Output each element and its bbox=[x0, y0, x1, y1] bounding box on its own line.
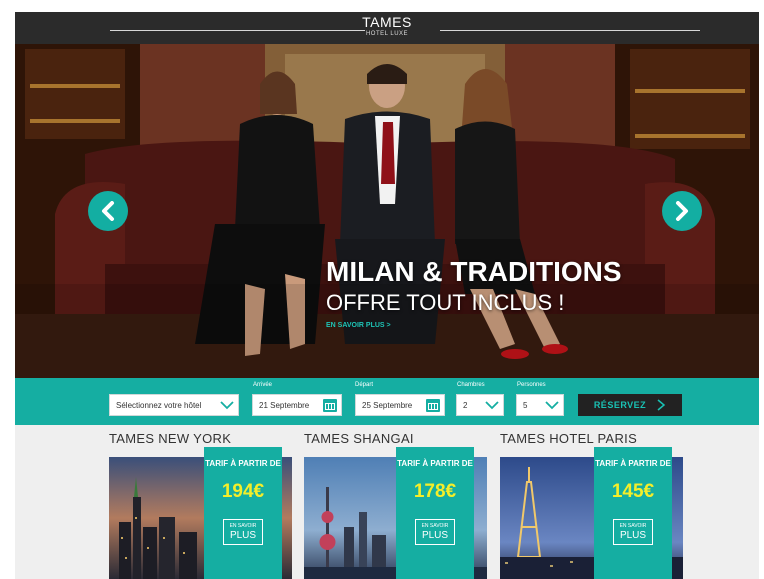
chevron-down-icon bbox=[484, 397, 500, 413]
learn-more-button[interactable]: EN SAVOIR PLUS bbox=[223, 519, 263, 545]
learn-more-button[interactable]: EN SAVOIR PLUS bbox=[415, 519, 455, 545]
reserve-label: RÉSERVEZ bbox=[593, 400, 647, 410]
learn-more-small: EN SAVOIR bbox=[229, 523, 257, 529]
carousel-next-button[interactable] bbox=[662, 191, 702, 231]
learn-more-button[interactable]: EN SAVOIR PLUS bbox=[613, 519, 653, 545]
price-panel: TARIF À PARTIR DE 145€ EN SAVOIR PLUS bbox=[594, 447, 672, 579]
departure-date-field[interactable]: 25 Septembre bbox=[355, 394, 445, 416]
hero-caption: MILAN & TRADITIONS OFFRE TOUT INCLUS ! E… bbox=[326, 256, 622, 329]
hotel-title[interactable]: TAMES NEW YORK bbox=[109, 431, 299, 447]
hotel-card[interactable]: TAMES HOTEL PARIS TARIF À PARTIR DE 145€ bbox=[500, 425, 690, 579]
brand-tagline: HOTEL LUXE bbox=[365, 31, 409, 37]
chevron-left-icon bbox=[102, 201, 114, 221]
calendar-icon[interactable] bbox=[323, 398, 337, 412]
brand-name: TAMES bbox=[362, 14, 412, 30]
price-value: 145€ bbox=[611, 481, 655, 502]
hotel-title[interactable]: TAMES HOTEL PARIS bbox=[500, 431, 690, 447]
hotel-title[interactable]: TAMES SHANGAI bbox=[304, 431, 494, 447]
carousel-prev-button[interactable] bbox=[88, 191, 128, 231]
hero-banner: MILAN & TRADITIONS OFFRE TOUT INCLUS ! E… bbox=[15, 44, 759, 378]
persons-select[interactable]: 5 bbox=[516, 394, 564, 416]
chevron-down-icon bbox=[219, 397, 235, 413]
price-caption: TARIF À PARTIR DE bbox=[595, 459, 671, 468]
learn-more-big: PLUS bbox=[421, 530, 449, 541]
price-value: 178€ bbox=[413, 481, 457, 502]
persons-value: 5 bbox=[523, 400, 528, 410]
chevron-right-icon bbox=[676, 201, 688, 221]
price-value: 194€ bbox=[221, 481, 265, 502]
rooms-select[interactable]: 2 bbox=[456, 394, 504, 416]
arrival-date-value: 21 Septembre bbox=[259, 400, 310, 410]
price-panel: TARIF À PARTIR DE 178€ EN SAVOIR PLUS bbox=[396, 447, 474, 579]
price-panel: TARIF À PARTIR DE 194€ EN SAVOIR PLUS bbox=[204, 447, 282, 579]
chevron-right-icon bbox=[657, 399, 666, 411]
learn-more-small: EN SAVOIR bbox=[619, 523, 647, 529]
rooms-label: Chambres bbox=[457, 382, 485, 388]
logo[interactable]: TAMES HOTEL LUXE bbox=[15, 14, 759, 38]
learn-more-big: PLUS bbox=[619, 530, 647, 541]
hero-subtitle: OFFRE TOUT INCLUS ! bbox=[326, 290, 565, 315]
price-caption: TARIF À PARTIR DE bbox=[397, 459, 473, 468]
hotels-section: TAMES NEW YORK TARIF À PARTIR DE 194€ EN… bbox=[15, 425, 759, 579]
rooms-value: 2 bbox=[463, 400, 468, 410]
booking-bar: Sélectionnez votre hôtel Arrivée 21 Sept… bbox=[15, 378, 759, 425]
departure-label: Départ bbox=[355, 382, 374, 388]
site-header: TAMES HOTEL LUXE bbox=[15, 12, 759, 44]
learn-more-big: PLUS bbox=[229, 530, 257, 541]
page: TAMES HOTEL LUXE MILAN & TRADITIONS OFFR… bbox=[0, 0, 764, 579]
price-caption: TARIF À PARTIR DE bbox=[205, 459, 281, 468]
calendar-icon[interactable] bbox=[426, 398, 440, 412]
chevron-down-icon bbox=[544, 397, 560, 413]
reserve-button[interactable]: RÉSERVEZ bbox=[578, 394, 682, 416]
hero-title: MILAN & TRADITIONS bbox=[326, 256, 622, 287]
learn-more-small: EN SAVOIR bbox=[421, 523, 449, 529]
hotel-card[interactable]: TAMES SHANGAI TARIF À PARTIR DE 178€ EN … bbox=[304, 425, 494, 579]
persons-label: Personnes bbox=[517, 382, 546, 388]
hotel-select-value: Sélectionnez votre hôtel bbox=[116, 400, 202, 410]
hero-learn-more-link[interactable]: EN SAVOIR PLUS > bbox=[326, 322, 622, 329]
arrival-label: Arrivée bbox=[253, 382, 273, 388]
arrival-date-field[interactable]: 21 Septembre bbox=[252, 394, 342, 416]
hotel-card[interactable]: TAMES NEW YORK TARIF À PARTIR DE 194€ EN… bbox=[109, 425, 299, 579]
hotel-select[interactable]: Sélectionnez votre hôtel bbox=[109, 394, 239, 416]
departure-date-value: 25 Septembre bbox=[362, 400, 413, 410]
